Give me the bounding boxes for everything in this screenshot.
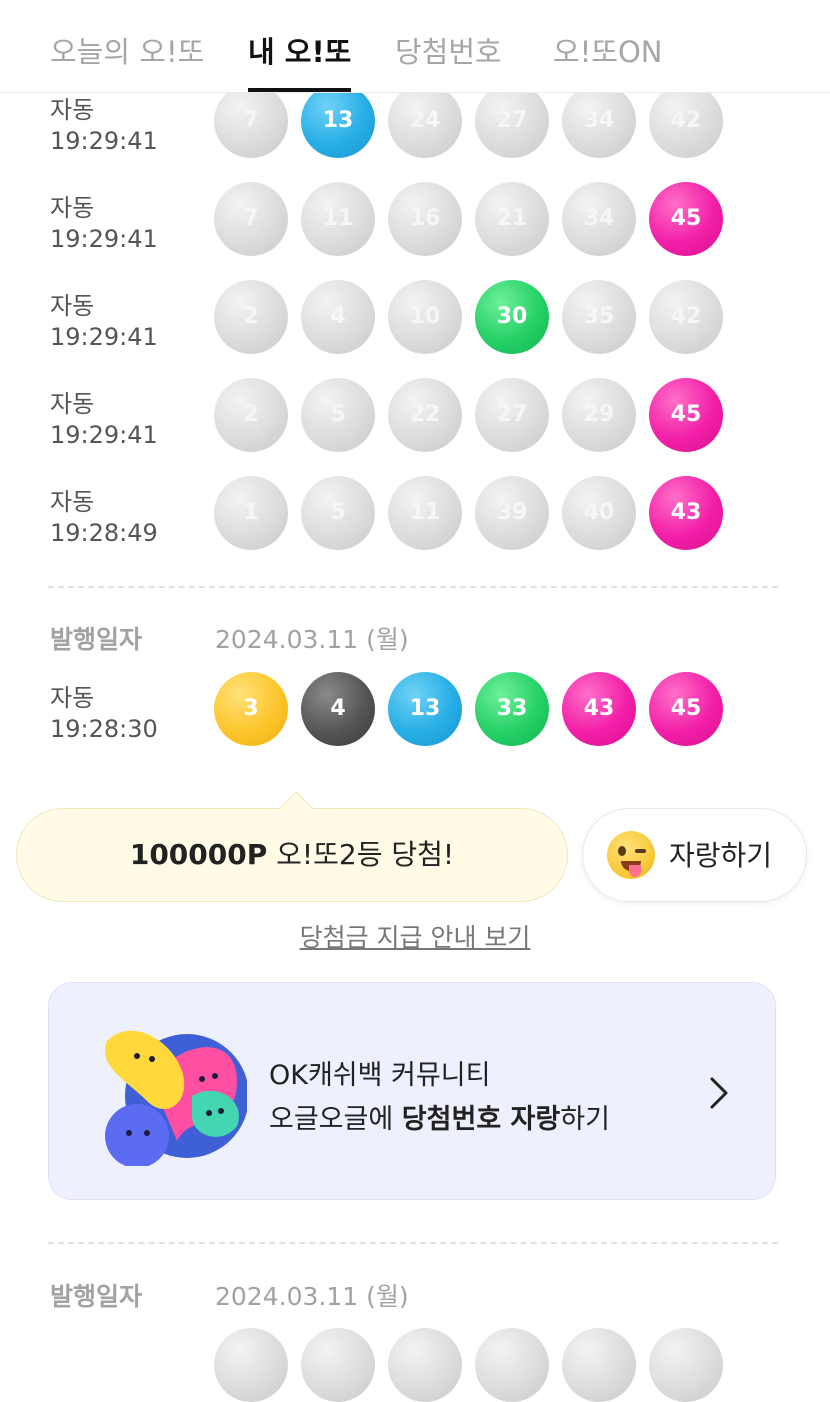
lotto-ball: 27 — [475, 84, 549, 158]
section-divider — [48, 1242, 778, 1244]
ticket-mode: 자동 — [50, 194, 95, 222]
issue-date-value: 2024.03.11 (월) — [215, 625, 409, 654]
lotto-ball: 1 — [214, 476, 288, 550]
lotto-ball: 21 — [475, 182, 549, 256]
lotto-ball: 34 — [562, 84, 636, 158]
lotto-ball: 24 — [388, 84, 462, 158]
lotto-ball: 33 — [475, 672, 549, 746]
ticket-time: 19:29:41 — [50, 323, 158, 351]
ticket-label: 자동 19:29:41 — [50, 193, 158, 255]
lotto-ball: 10 — [388, 280, 462, 354]
lotto-ball: 2 — [214, 280, 288, 354]
lotto-ball: 7 — [214, 84, 288, 158]
ticket-time: 19:29:41 — [50, 421, 158, 449]
lotto-ball: 39 — [475, 476, 549, 550]
community-subtitle: 오글오글에 당첨번호 자랑하기 — [269, 1104, 610, 1135]
ticket-mode: 자동 — [50, 684, 95, 712]
ticket-mode: 자동 — [50, 292, 95, 320]
lotto-ball — [649, 1328, 723, 1402]
lotto-ball: 2 — [214, 378, 288, 452]
lotto-ball: 11 — [301, 182, 375, 256]
ticket-time: 19:29:41 — [50, 225, 158, 253]
prize-guide-link[interactable]: 당첨금 지급 안내 보기 — [0, 918, 830, 954]
lotto-ball — [562, 1328, 636, 1402]
ticket-mode: 자동 — [50, 390, 95, 418]
lotto-ball: 4 — [301, 672, 375, 746]
lotto-ball: 43 — [649, 476, 723, 550]
community-title: OK캐쉬백 커뮤니티 — [269, 1060, 491, 1091]
section-divider — [48, 586, 778, 588]
ticket-mode: 자동 — [50, 96, 95, 124]
chevron-right-icon — [710, 1077, 728, 1109]
tab-my-otto[interactable]: 내 오!또 — [248, 30, 352, 92]
ticket-time: 19:28:30 — [50, 715, 158, 743]
issue-date-label: 발행일자 — [50, 625, 143, 654]
lotto-ball: 13 — [301, 84, 375, 158]
lotto-ball: 45 — [649, 378, 723, 452]
lotto-ball: 34 — [562, 182, 636, 256]
lotto-ball: 42 — [649, 84, 723, 158]
lotto-ball: 35 — [562, 280, 636, 354]
tab-winning-numbers[interactable]: 당첨번호 — [395, 30, 502, 76]
lotto-ball — [301, 1328, 375, 1402]
tab-otto-on[interactable]: 오!또ON — [553, 30, 663, 76]
ticket-label: 자동 19:29:41 — [50, 389, 158, 451]
community-mascot-icon — [105, 1030, 247, 1166]
lotto-ball: 29 — [562, 378, 636, 452]
issue-date-label: 발행일자 — [50, 1282, 143, 1311]
ticket-mode: 자동 — [50, 488, 95, 516]
ticket-row: 자동 19:28:30 3 4 13 33 43 45 — [0, 672, 830, 763]
top-tab-bar: 오늘의 오!또 내 오!또 당첨번호 오!또ON — [0, 0, 830, 93]
lotto-ball: 5 — [301, 378, 375, 452]
lotto-ball: 13 — [388, 672, 462, 746]
win-result-bubble: 100000P 오!또2등 당첨! — [16, 808, 568, 902]
ticket-time: 19:29:41 — [50, 127, 158, 155]
ticket-time: 19:28:49 — [50, 519, 158, 547]
ticket-row: 자동 19:29:41 7 11 16 21 34 45 — [0, 182, 830, 273]
win-text: 오!또2등 당첨! — [267, 838, 455, 871]
lotto-ball — [475, 1328, 549, 1402]
ticket-row: 자동 19:28:49 1 5 11 39 40 43 — [0, 476, 830, 567]
ticket-row: 자동 19:29:41 2 5 22 27 29 45 — [0, 378, 830, 469]
lotto-ball: 42 — [649, 280, 723, 354]
ticket-label: 자동 19:29:41 — [50, 291, 158, 353]
lotto-ball: 22 — [388, 378, 462, 452]
lotto-ball: 30 — [475, 280, 549, 354]
lotto-ball: 3 — [214, 672, 288, 746]
lotto-ball: 16 — [388, 182, 462, 256]
community-banner[interactable]: OK캐쉬백 커뮤니티 오글오글에 당첨번호 자랑하기 — [48, 982, 776, 1200]
lotto-ball: 45 — [649, 672, 723, 746]
win-points: 100000P — [129, 838, 268, 871]
ticket-label: 자동 19:28:49 — [50, 487, 158, 549]
lotto-ball — [214, 1328, 288, 1402]
lotto-ball: 43 — [562, 672, 636, 746]
ticket-label: 자동 19:28:30 — [50, 683, 158, 745]
lotto-ball: 4 — [301, 280, 375, 354]
tab-today-otto[interactable]: 오늘의 오!또 — [50, 30, 204, 76]
ticket-row: 자동 19:29:41 2 4 10 30 35 42 — [0, 280, 830, 371]
issue-date-value: 2024.03.11 (월) — [215, 1282, 409, 1311]
ticket-row: 자동 19:29:41 7 13 24 27 34 42 — [0, 84, 830, 175]
lotto-ball: 5 — [301, 476, 375, 550]
ticket-label: 자동 19:29:41 — [50, 95, 158, 157]
winking-tongue-emoji-icon — [607, 831, 655, 879]
brag-button[interactable]: 자랑하기 — [582, 808, 807, 902]
lotto-ball — [388, 1328, 462, 1402]
brag-button-label: 자랑하기 — [669, 839, 773, 872]
lotto-ball: 45 — [649, 182, 723, 256]
lotto-ball: 11 — [388, 476, 462, 550]
lotto-ball: 7 — [214, 182, 288, 256]
lotto-ball: 27 — [475, 378, 549, 452]
lotto-ball: 40 — [562, 476, 636, 550]
